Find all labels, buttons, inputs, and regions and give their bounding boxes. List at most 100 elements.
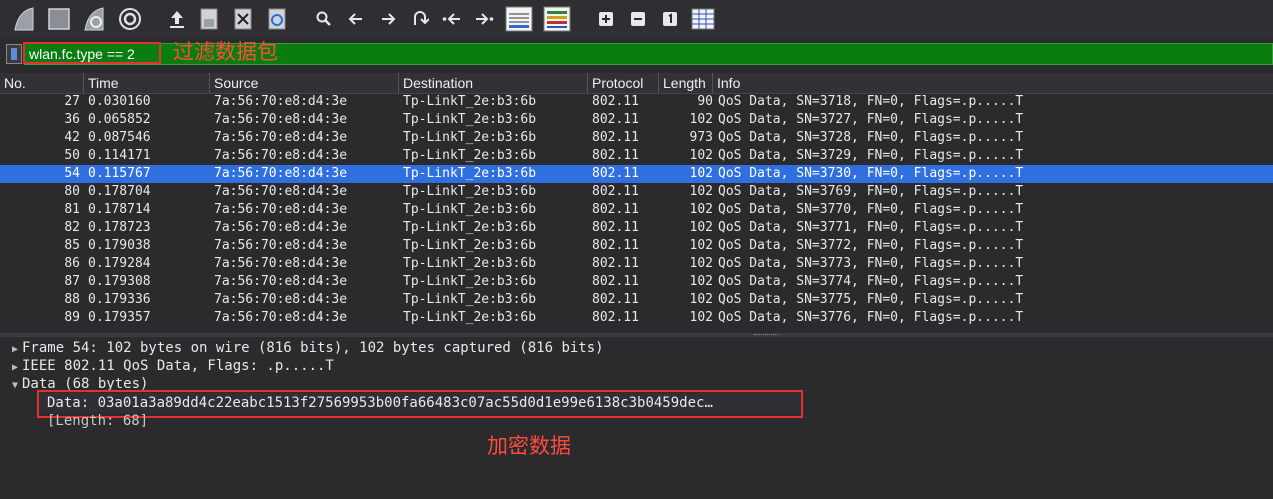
go-forward-icon[interactable] [374,4,402,34]
packet-cell-len: 90 [697,94,713,109]
packet-cell-time: 0.114171 [88,148,151,163]
shark-fin-start-icon[interactable] [8,4,40,34]
pane-splitter[interactable] [0,333,1273,337]
packet-cell-no: 89 [64,310,80,325]
packet-cell-src: 7a:56:70:e8:d4:3e [214,202,348,217]
packet-cell-dst: Tp-LinkT_2e:b3:6b [403,94,537,109]
packet-cell-no: 86 [64,256,80,271]
packet-cell-proto: 802.11 [592,202,639,217]
packet-cell-len: 102 [689,202,713,217]
packet-cell-dst: Tp-LinkT_2e:b3:6b [403,238,537,253]
packet-row[interactable]: 42 0.087546 7a:56:70:e8:d4:3e Tp-LinkT_2e:b… [0,129,1273,147]
column-header-destination[interactable]: Destination [399,73,588,93]
packet-row[interactable]: 82 0.178723 7a:56:70:e8:d4:3e Tp-LinkT_2e:b… [0,219,1273,237]
packet-cell-dst: Tp-LinkT_2e:b3:6b [403,148,537,163]
packet-row[interactable]: 54 0.115767 7a:56:70:e8:d4:3e Tp-LinkT_2e:b… [0,165,1273,183]
packet-cell-time: 0.087546 [88,130,151,145]
packet-cell-proto: 802.11 [592,256,639,271]
packet-list-header: No. Time Source Destination Protocol Len… [0,73,1273,94]
data-annotation: 加密数据 [487,434,571,458]
normal-size-icon[interactable] [656,4,684,34]
first-packet-icon[interactable] [438,4,466,34]
packet-cell-len: 102 [689,292,713,307]
tree-item-frame[interactable]: ▶ Frame 54: 102 bytes on wire (816 bits),… [8,339,604,357]
go-back-icon[interactable] [342,4,370,34]
packet-cell-src: 7a:56:70:e8:d4:3e [214,220,348,235]
tree-item-length[interactable]: [Length: 68] [47,412,148,430]
packet-row[interactable]: 80 0.178704 7a:56:70:e8:d4:3e Tp-LinkT_2e:b… [0,183,1273,201]
packet-row[interactable]: 81 0.178714 7a:56:70:e8:d4:3e Tp-LinkT_2e:b… [0,201,1273,219]
column-header-info[interactable]: Info [713,73,1273,93]
packet-cell-time: 0.179038 [88,238,151,253]
column-header-length[interactable]: Length [659,73,713,93]
search-icon[interactable] [310,4,338,34]
stop-square-icon[interactable] [44,4,74,34]
tree-item-ieee[interactable]: ▶ IEEE 802.11 QoS Data, Flags: .p.....T [8,357,334,375]
packet-cell-time: 0.065852 [88,112,151,127]
packet-cell-info: QoS Data, SN=3729, FN=0, Flags=.p.....T [718,148,1024,163]
packet-cell-proto: 802.11 [592,166,639,181]
packet-cell-dst: Tp-LinkT_2e:b3:6b [403,166,537,181]
packet-row-partial[interactable] [0,327,1273,331]
packet-row[interactable]: 36 0.065852 7a:56:70:e8:d4:3e Tp-LinkT_2e:b… [0,111,1273,129]
filter-highlight-box [23,42,161,64]
gear-options-icon[interactable] [114,4,146,34]
packet-cell-time: 0.178714 [88,202,151,217]
packet-cell-time: 0.179308 [88,274,151,289]
packet-row[interactable]: 87 0.179308 7a:56:70:e8:d4:3e Tp-LinkT_2e:b… [0,273,1273,291]
column-header-protocol[interactable]: Protocol [588,73,659,93]
save-file-icon[interactable] [194,4,224,34]
filter-bookmark-icon[interactable] [6,44,22,64]
packet-cell-dst: Tp-LinkT_2e:b3:6b [403,112,537,127]
packet-cell-info: QoS Data, SN=3771, FN=0, Flags=.p.....T [718,220,1024,235]
packet-cell-len: 102 [689,184,713,199]
packet-cell-proto: 802.11 [592,274,639,289]
column-header-time[interactable]: Time [84,73,210,93]
data-highlight-box [37,390,803,418]
packet-cell-src: 7a:56:70:e8:d4:3e [214,274,348,289]
packet-cell-len: 102 [689,112,713,127]
packet-cell-dst: Tp-LinkT_2e:b3:6b [403,274,537,289]
packet-row[interactable]: 27 0.030160 7a:56:70:e8:d4:3e Tp-LinkT_2e:b… [0,93,1273,111]
packet-cell-proto: 802.11 [592,130,639,145]
packet-cell-src: 7a:56:70:e8:d4:3e [214,130,348,145]
zoom-in-icon[interactable] [592,4,620,34]
reload-file-icon[interactable] [262,4,292,34]
packet-cell-proto: 802.11 [592,292,639,307]
packet-cell-proto: 802.11 [592,220,639,235]
packet-cell-info: QoS Data, SN=3773, FN=0, Flags=.p.....T [718,256,1024,271]
collapse-arrow-icon[interactable]: ▼ [8,377,22,395]
packet-cell-no: 87 [64,274,80,289]
packet-cell-len: 102 [689,220,713,235]
go-to-packet-icon[interactable] [406,4,434,34]
tree-item-ieee-label: IEEE 802.11 QoS Data, Flags: .p.....T [22,358,334,374]
packet-cell-time: 0.179336 [88,292,151,307]
packet-row[interactable]: 85 0.179038 7a:56:70:e8:d4:3e Tp-LinkT_2e:b… [0,237,1273,255]
packet-cell-src: 7a:56:70:e8:d4:3e [214,148,348,163]
colorize-icon[interactable] [540,4,574,34]
zoom-out-icon[interactable] [624,4,652,34]
packet-cell-src: 7a:56:70:e8:d4:3e [214,256,348,271]
packet-cell-no: 54 [64,166,80,181]
shark-fin-restart-icon[interactable] [78,4,110,34]
resize-columns-icon[interactable] [688,4,718,34]
packet-cell-proto: 802.11 [592,94,639,109]
last-packet-icon[interactable] [470,4,498,34]
column-header-no[interactable]: No. [0,73,84,93]
packet-cell-no: 42 [64,130,80,145]
autoscroll-icon[interactable] [502,4,536,34]
packet-cell-no: 80 [64,184,80,199]
packet-row[interactable]: 86 0.179284 7a:56:70:e8:d4:3e Tp-LinkT_2e:b… [0,255,1273,273]
packet-cell-time: 0.030160 [88,94,151,109]
column-header-source[interactable]: Source [210,73,399,93]
close-file-icon[interactable] [228,4,258,34]
main-toolbar [0,0,1273,38]
display-filter-bar: wlan.fc.type == 2 过滤数据包 [0,40,1273,67]
packet-row[interactable]: 89 0.179357 7a:56:70:e8:d4:3e Tp-LinkT_2e:b… [0,309,1273,327]
packet-row[interactable]: 50 0.114171 7a:56:70:e8:d4:3e Tp-LinkT_2e:b… [0,147,1273,165]
packet-cell-dst: Tp-LinkT_2e:b3:6b [403,202,537,217]
packet-row[interactable]: 88 0.179336 7a:56:70:e8:d4:3e Tp-LinkT_2e:b… [0,291,1273,309]
open-file-icon[interactable] [164,4,190,34]
packet-cell-info: QoS Data, SN=3776, FN=0, Flags=.p.....T [718,310,1024,325]
packet-cell-no: 50 [64,148,80,163]
